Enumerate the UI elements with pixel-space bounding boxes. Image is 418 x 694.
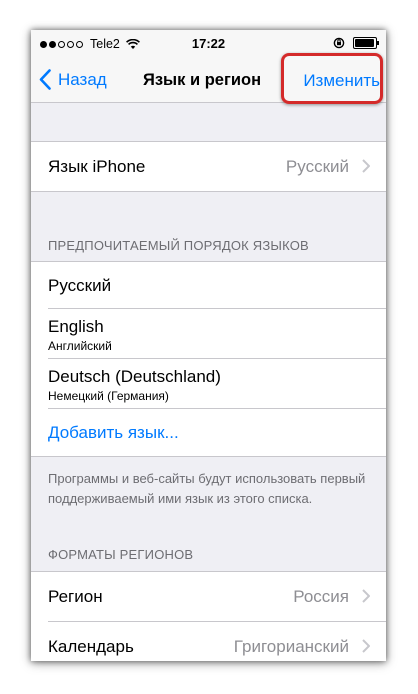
page-title: Язык и регион <box>143 71 262 89</box>
battery-icon <box>353 37 379 49</box>
back-button[interactable]: Назад <box>39 69 107 90</box>
region-formats-header: ФОРМАТЫ РЕГИОНОВ <box>48 547 194 562</box>
iphone-language-group: Язык iPhone Русский <box>31 141 386 192</box>
preferred-languages-header: ПРЕДПОЧИТАЕМЫЙ ПОРЯДОК ЯЗЫКОВ <box>48 238 309 253</box>
add-language-cell[interactable]: Добавить язык... <box>31 409 386 456</box>
status-right <box>333 37 379 49</box>
region-cell[interactable]: Регион Россия <box>31 572 386 622</box>
language-name: Deutsch (Deutschland) <box>48 367 221 386</box>
language-subtitle: Английский <box>48 339 112 353</box>
region-formats-group: Регион Россия Календарь Григорианский <box>31 571 386 661</box>
chevron-right-icon <box>362 589 370 603</box>
add-language-button[interactable]: Добавить язык... <box>48 423 179 443</box>
calendar-label: Календарь <box>48 637 134 656</box>
calendar-value: Григорианский <box>233 637 349 656</box>
preferred-languages-footer: Программы и веб-сайты будут использовать… <box>48 471 366 506</box>
language-row[interactable]: Deutsch (Deutschland) Немецкий (Германия… <box>31 359 386 409</box>
language-name: English <box>48 317 104 336</box>
iphone-language-cell[interactable]: Язык iPhone Русский <box>31 142 386 191</box>
chevron-right-icon <box>362 159 370 173</box>
chevron-left-icon <box>39 69 51 90</box>
region-label: Регион <box>48 587 103 606</box>
chevron-right-icon <box>362 639 370 653</box>
phone-screen: Tele2 17:22 Назад Язык и регион Изменить… <box>31 30 386 661</box>
language-row[interactable]: Русский <box>31 262 386 309</box>
calendar-cell[interactable]: Календарь Григорианский <box>31 622 386 661</box>
iphone-language-value: Русский <box>285 157 349 176</box>
language-subtitle: Немецкий (Германия) <box>48 389 169 403</box>
iphone-language-label: Язык iPhone <box>48 157 146 176</box>
preferred-languages-group: Русский English Английский Deutsch (Deut… <box>31 261 386 457</box>
region-value: Россия <box>293 587 349 606</box>
language-row[interactable]: English Английский <box>31 309 386 359</box>
language-name: Русский <box>48 276 112 295</box>
edit-highlight-frame <box>281 53 383 104</box>
rotation-lock-icon <box>333 37 345 49</box>
back-label: Назад <box>58 69 107 89</box>
